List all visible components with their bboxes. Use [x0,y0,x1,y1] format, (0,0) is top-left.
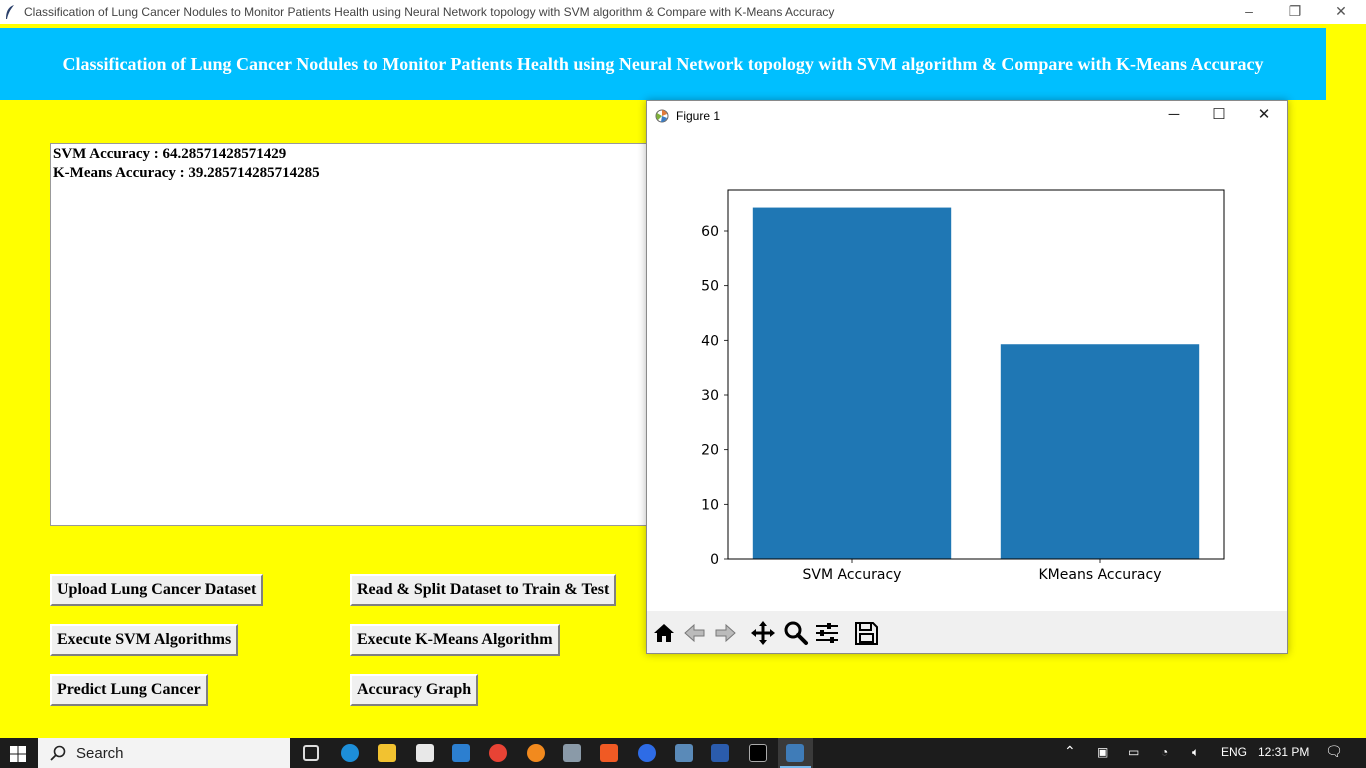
back-arrow-icon[interactable] [680,618,710,648]
y-tick-label: 0 [710,552,719,568]
app-title-bar: Classification of Lung Cancer Nodules to… [0,0,1366,24]
accuracy-graph-button[interactable]: Accuracy Graph [350,674,479,706]
figure-toolbar [647,611,1287,653]
output-text-area[interactable]: SVM Accuracy : 64.28571428571429 K-Means… [50,143,660,526]
vscode-icon[interactable] [452,744,470,762]
y-tick-label: 20 [701,443,719,459]
active-python-task[interactable] [778,738,813,768]
y-tick-label: 10 [701,497,719,513]
figure-window: Figure 1 ─ ☐ ✕ SVM Accuracy KMeans Accura… [646,100,1288,654]
feather-icon [6,5,14,19]
terminal-icon[interactable] [749,744,767,762]
bar [1000,344,1200,559]
configure-subplots-icon[interactable] [812,618,842,648]
close-button[interactable]: ✕ [1318,0,1364,24]
y-tick-label: 50 [701,279,719,295]
windows-start-icon[interactable] [10,746,26,762]
page-title: Classification of Lung Cancer Nodules to… [62,54,1264,74]
split-dataset-button[interactable]: Read & Split Dataset to Train & Test [350,574,617,606]
edge-icon[interactable] [341,744,359,762]
accuracy-bar-chart: SVM Accuracy KMeans Accuracy 0 10 20 30 40 50 60 [701,189,1225,583]
volume-icon[interactable]: 🔈︎ [1192,745,1199,760]
figure-title: Figure 1 [676,109,721,123]
save-icon[interactable] [851,618,881,648]
language-indicator[interactable]: ENG [1221,745,1247,759]
figure-close-button[interactable]: ✕ [1241,101,1287,131]
chrome-icon[interactable] [489,744,507,762]
header-banner: Classification of Lung Cancer Nodules to… [0,28,1326,100]
search-icon [50,745,66,761]
execute-kmeans-button[interactable]: Execute K-Means Algorithm [350,624,560,656]
search-label: Search [76,745,124,762]
upload-dataset-button[interactable]: Upload Lung Cancer Dataset [50,574,264,606]
y-tick-label: 60 [701,224,719,240]
predict-button[interactable]: Predict Lung Cancer [50,674,208,706]
wifi-icon[interactable]: ◔ [1161,745,1168,759]
taskbar: Search ⌃ ▣ ▭ ◔ 🔈︎ ENG 12:31 PM 🗨︎ [0,738,1366,768]
zoom-app-icon[interactable] [638,744,656,762]
figure-title-bar[interactable]: Figure 1 ─ ☐ ✕ [647,101,1287,131]
execute-svm-button[interactable]: Execute SVM Algorithms [50,624,239,656]
window-title: Classification of Lung Cancer Nodules to… [24,5,835,19]
figure-maximize-button[interactable]: ☐ [1196,101,1242,131]
meet-icon[interactable]: ▣ [1097,745,1108,759]
figure-minimize-button[interactable]: ─ [1151,101,1197,131]
python-icon [786,744,804,762]
restore-button[interactable]: ❐ [1272,0,1318,24]
bar [752,207,952,560]
x-tick-label: KMeans Accuracy [1039,567,1162,583]
battery-icon[interactable]: ▭ [1128,745,1139,759]
app-icon[interactable] [675,744,693,762]
brave-icon[interactable] [600,744,618,762]
y-tick-label: 40 [701,333,719,349]
pan-icon[interactable] [748,618,778,648]
minimize-button[interactable]: – [1226,0,1272,24]
taskbar-search-box[interactable]: Search [38,738,290,768]
home-icon[interactable] [649,618,679,648]
zoom-icon[interactable] [781,618,811,648]
y-tick-label: 30 [701,388,719,404]
matplotlib-icon [655,109,669,123]
word-icon[interactable] [711,744,729,762]
notification-icon[interactable]: 🗨︎ [1325,743,1343,760]
app-icon[interactable] [416,744,434,762]
search-app-icon[interactable] [527,744,545,762]
x-tick-label: SVM Accuracy [803,567,902,583]
app-icon[interactable] [563,744,581,762]
svm-accuracy-line: SVM Accuracy : 64.28571428571429 [53,146,287,162]
kmeans-accuracy-line: K-Means Accuracy : 39.285714285714285 [53,165,320,181]
clock[interactable]: 12:31 PM [1258,745,1309,759]
forward-arrow-icon[interactable] [710,618,740,648]
chevron-up-icon[interactable]: ⌃ [1064,743,1076,760]
file-explorer-icon[interactable] [378,744,396,762]
task-view-icon[interactable] [303,745,319,761]
